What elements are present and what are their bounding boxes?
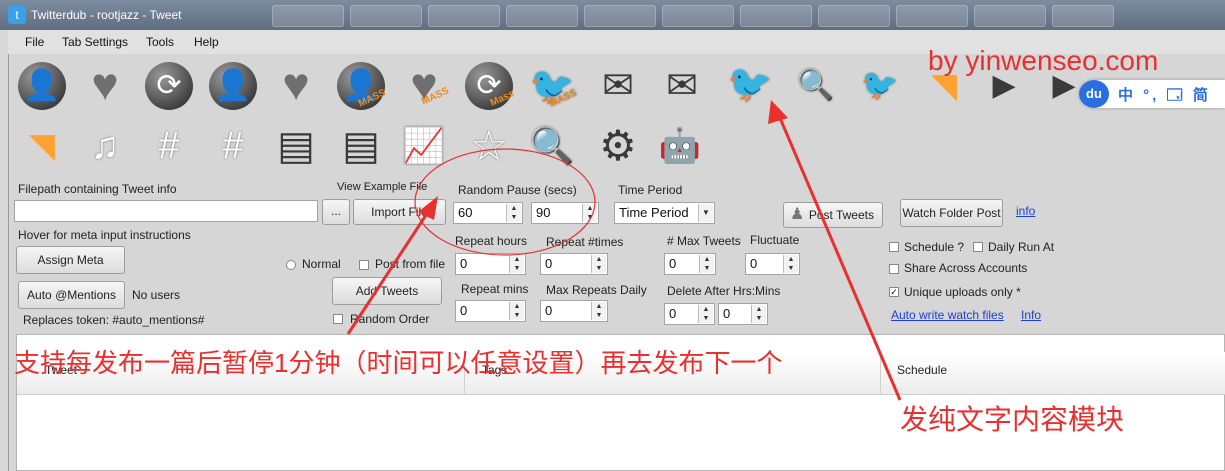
arrow-head-icon [768, 100, 788, 124]
highlight-ellipse [414, 148, 596, 256]
annotation-caption-side: 发纯文字内容模块 [900, 404, 1125, 435]
arrow-line [346, 211, 430, 335]
arrow-head-icon [418, 196, 438, 220]
annotation-caption-main: 支持每发布一篇后暂停1分钟（时间可以任意设置）再去发布下一个 [14, 348, 783, 378]
arrow-line [778, 117, 902, 401]
watermark-text: by yinwenseo.com [928, 45, 1159, 76]
